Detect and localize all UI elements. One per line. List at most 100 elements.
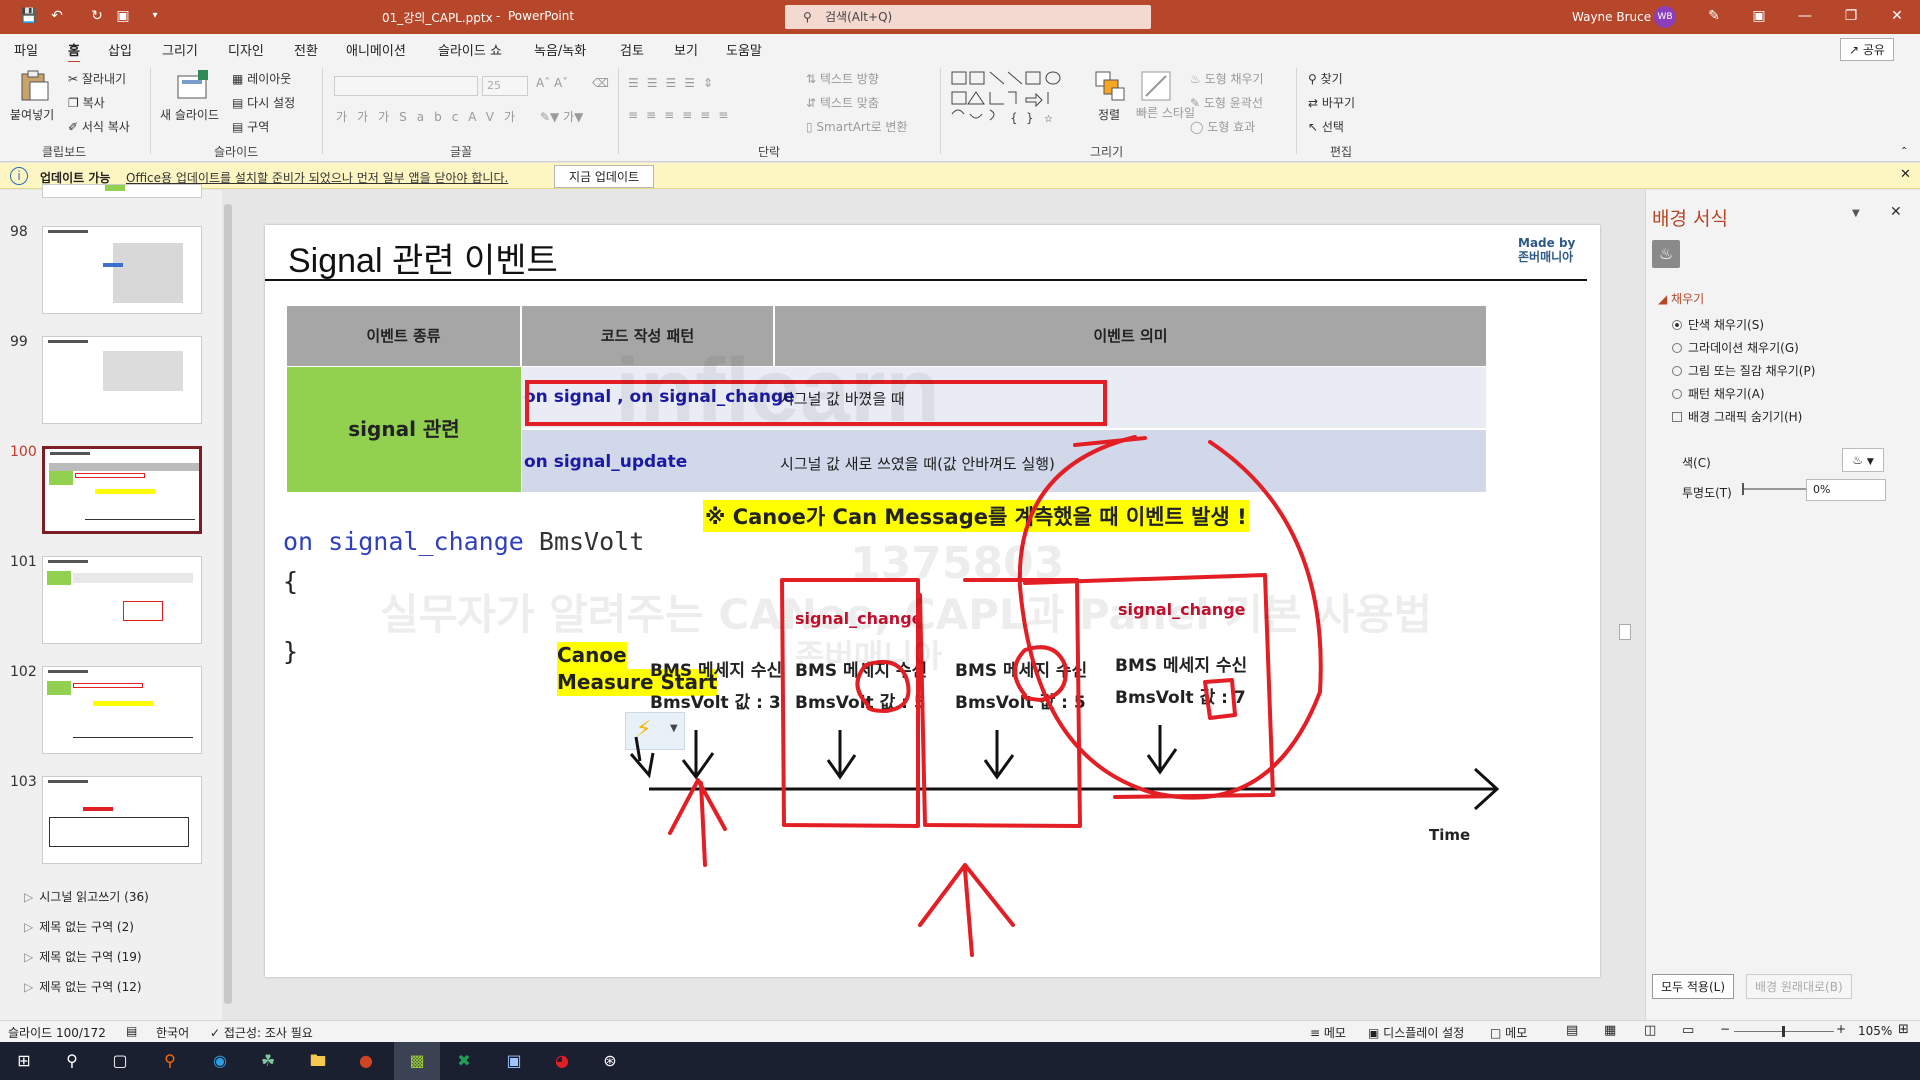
undo-icon[interactable]: ↶ xyxy=(48,7,66,25)
slideshow-icon[interactable]: ▭ xyxy=(1682,1023,1694,1038)
format-painter-button[interactable]: ✐ 서식 복사 xyxy=(68,118,130,135)
slider-handle[interactable] xyxy=(1782,1026,1785,1037)
tab-slideshow[interactable]: 슬라이드 쇼 xyxy=(438,40,502,59)
notes-button[interactable]: ≡ 메모 xyxy=(1310,1024,1346,1041)
user-name[interactable]: Wayne Bruce xyxy=(1572,10,1651,24)
find-button[interactable]: ⚲ 찾기 xyxy=(1308,70,1343,87)
fill-option-picture[interactable]: 그림 또는 질감 채우기(P) xyxy=(1672,362,1815,379)
reset-button[interactable]: ▤ 다시 설정 xyxy=(232,94,295,111)
windows-start-icon[interactable]: ⊞ xyxy=(12,1049,36,1073)
tab-help[interactable]: 도움말 xyxy=(726,40,762,59)
file-explorer-icon[interactable]: 🖿 xyxy=(306,1049,330,1073)
fill-bucket-icon[interactable]: ♨ xyxy=(1652,240,1680,268)
slide-thumbnail-current[interactable] xyxy=(42,446,202,534)
app-icon[interactable]: ☘ xyxy=(256,1049,280,1073)
align-icons[interactable]: ≡≡≡≡≡≡ xyxy=(628,108,736,122)
font-family-select[interactable] xyxy=(334,76,478,96)
arrange-icon[interactable] xyxy=(1094,70,1128,102)
tab-animations[interactable]: 애니메이션 xyxy=(346,40,406,59)
new-slide-icon[interactable] xyxy=(176,70,210,102)
grow-font-icon[interactable]: Aˆ Aˇ xyxy=(536,76,568,90)
redo-icon[interactable]: ↻ xyxy=(88,7,106,25)
slide-thumbnail[interactable] xyxy=(42,184,202,198)
spellcheck-icon[interactable]: ▤ xyxy=(126,1024,137,1038)
normal-view-icon[interactable]: ▤ xyxy=(1566,1023,1578,1038)
hide-background-graphics-checkbox[interactable]: 배경 그래픽 숨기기(H) xyxy=(1672,408,1802,425)
text-direction-button[interactable]: ⇅ 텍스트 방향 xyxy=(806,70,879,87)
color-picker-button[interactable]: ♨ ▼ xyxy=(1842,448,1884,472)
slide-thumbnail[interactable] xyxy=(42,226,202,314)
restore-icon[interactable]: ❐ xyxy=(1840,6,1862,26)
search-box[interactable]: ⚲ 검색(Alt+Q) xyxy=(785,5,1151,29)
reading-view-icon[interactable]: ◫ xyxy=(1644,1023,1656,1038)
font-color-icon[interactable]: ✎▼ 가▼ xyxy=(540,108,583,125)
zoom-in-icon[interactable]: + xyxy=(1836,1022,1846,1036)
app-icon[interactable]: ▣ xyxy=(502,1049,526,1073)
tab-insert[interactable]: 삽입 xyxy=(108,40,132,59)
share-button[interactable]: ↗ 공유 xyxy=(1840,38,1894,61)
quick-styles-label[interactable]: 빠른 스타일 xyxy=(1136,106,1196,120)
pane-options-icon[interactable]: ▼ xyxy=(1852,208,1860,219)
transparency-input[interactable]: 0% xyxy=(1806,479,1886,501)
tab-file[interactable]: 파일 xyxy=(14,40,38,59)
tab-record[interactable]: 녹음/녹화 xyxy=(534,40,586,59)
thumbnail-scrollbar[interactable] xyxy=(222,190,234,1020)
accessibility-button[interactable]: ✓ 접근성: 조사 필요 xyxy=(210,1024,313,1041)
zoom-level[interactable]: 105% xyxy=(1858,1024,1892,1038)
shape-fill-button[interactable]: ♨ 도형 채우기 xyxy=(1190,70,1264,87)
slide[interactable]: Signal 관련 이벤트 Made by 존버매니아 이벤트 종류 코드 작성 … xyxy=(265,225,1600,977)
slide-thumbnail[interactable] xyxy=(42,776,202,864)
scrollbar-thumb[interactable] xyxy=(1619,624,1631,640)
slide-thumbnail[interactable] xyxy=(42,336,202,424)
tab-transitions[interactable]: 전환 xyxy=(294,40,318,59)
avatar[interactable]: WB xyxy=(1654,6,1676,28)
paste-label[interactable]: 붙여넣기 xyxy=(10,106,54,123)
ribbon-display-icon[interactable]: ▣ xyxy=(1748,6,1770,26)
search-icon[interactable]: ⚲ xyxy=(60,1049,84,1073)
tab-home[interactable]: 홈 xyxy=(68,40,80,63)
close-icon[interactable]: ✕ xyxy=(1886,6,1908,26)
collapse-ribbon-icon[interactable]: ⌃ xyxy=(1900,146,1908,157)
zoom-out-icon[interactable]: − xyxy=(1720,1022,1730,1036)
excel-icon[interactable]: ✖ xyxy=(452,1049,476,1073)
shapes-gallery[interactable]: {} ☆ xyxy=(950,70,1080,134)
shape-effects-button[interactable]: ◯ 도형 효과 xyxy=(1190,118,1255,135)
powerpoint-icon[interactable]: ● xyxy=(354,1049,378,1073)
section-header[interactable]: ▷ 제목 없는 구역 (19) xyxy=(24,948,142,965)
smartart-button[interactable]: ▯ SmartArt로 변환 xyxy=(806,118,908,135)
slider-handle[interactable] xyxy=(1742,483,1744,495)
replace-button[interactable]: ⇄ 바꾸기 xyxy=(1308,94,1355,111)
close-icon[interactable]: ✕ xyxy=(1890,204,1902,220)
edge-browser-icon[interactable]: ◉ xyxy=(208,1049,232,1073)
tab-review[interactable]: 검토 xyxy=(620,40,644,59)
tab-draw[interactable]: 그리기 xyxy=(162,40,198,59)
zoom-slider[interactable] xyxy=(1734,1026,1834,1037)
clear-format-icon[interactable]: ⌫ xyxy=(592,76,609,90)
fit-slide-icon[interactable]: ⊞ xyxy=(1898,1022,1909,1037)
canvas-scrollbar[interactable] xyxy=(1618,190,1632,1020)
transparency-slider[interactable] xyxy=(1742,483,1810,495)
copy-button[interactable]: ❐ 복사 xyxy=(68,94,105,111)
app-icon[interactable]: ◕ xyxy=(550,1049,574,1073)
cut-button[interactable]: ✂ 잘라내기 xyxy=(68,70,126,87)
task-view-icon[interactable]: ▢ xyxy=(108,1049,132,1073)
section-button[interactable]: ▤ 구역 xyxy=(232,118,269,135)
select-button[interactable]: ↖ 선택 xyxy=(1308,118,1344,135)
fill-option-solid[interactable]: 단색 채우기(S) xyxy=(1672,316,1764,333)
font-size-select[interactable]: 25 xyxy=(482,76,528,96)
section-header[interactable]: ▷ 제목 없는 구역 (2) xyxy=(24,918,134,935)
paste-icon[interactable] xyxy=(16,70,50,102)
new-slide-label[interactable]: 새 슬라이드 xyxy=(160,106,219,123)
tab-design[interactable]: 디자인 xyxy=(228,40,264,59)
tab-view[interactable]: 보기 xyxy=(674,40,698,59)
shape-outline-button[interactable]: ✎ 도형 윤곽선 xyxy=(1190,94,1263,111)
pen-icon[interactable]: ✎ xyxy=(1703,6,1725,26)
slide-thumbnail[interactable] xyxy=(42,556,202,644)
fill-section-header[interactable]: ◢ 채우기 xyxy=(1658,290,1704,307)
start-from-beginning-icon[interactable]: ▣ xyxy=(114,7,132,25)
close-icon[interactable]: ✕ xyxy=(1900,167,1911,182)
slide-thumbnail[interactable] xyxy=(42,666,202,754)
apply-to-all-button[interactable]: 모두 적용(L) xyxy=(1652,974,1735,999)
layout-button[interactable]: ▦ 레이아웃 xyxy=(232,70,291,87)
slide-sorter-icon[interactable]: ▦ xyxy=(1604,1023,1616,1038)
